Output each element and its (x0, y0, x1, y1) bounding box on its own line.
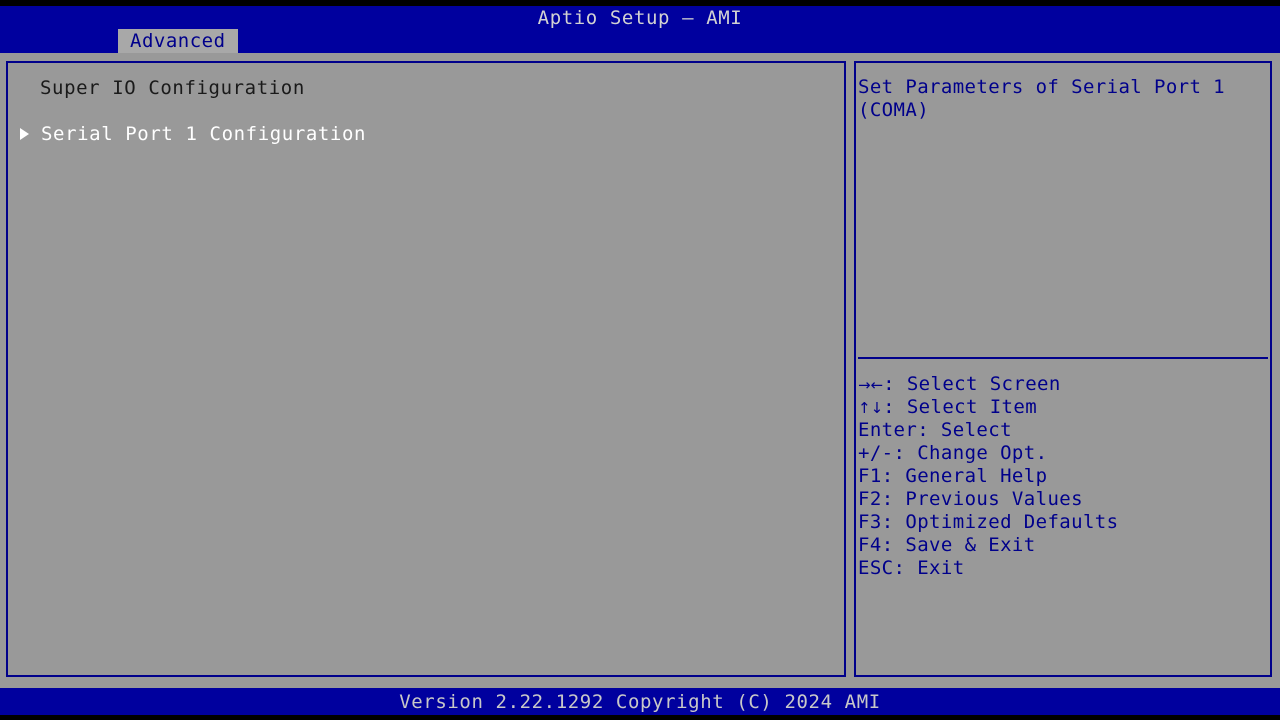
key-legend-text: : (883, 373, 907, 395)
footer-version-text: Version 2.22.1292 Copyright (C) 2024 AMI (399, 691, 881, 713)
key-legend-key: Enter (858, 419, 918, 441)
key-legend-row: →←: Select Screen (858, 373, 1270, 396)
key-legend-row: F2: Previous Values (858, 488, 1270, 511)
menu-item-serial-port-1-configuration[interactable]: Serial Port 1 Configuration (14, 122, 366, 146)
key-legend-row: +/-: Change Opt. (858, 442, 1270, 465)
section-heading: Super IO Configuration (40, 77, 305, 99)
key-legend: →←: Select Screen ↑↓: Select Item Enter:… (858, 373, 1270, 580)
key-legend-text: : (917, 419, 941, 441)
key-legend-key: F3 (858, 511, 882, 533)
key-legend-action: Optimized Defaults (905, 511, 1119, 533)
key-legend-action: Select Screen (906, 373, 1061, 395)
key-legend-text: : (881, 488, 906, 510)
key-legend-row: ↑↓: Select Item (858, 396, 1270, 419)
key-legend-text: : (881, 465, 906, 487)
bottom-bezel (0, 715, 1280, 720)
key-legend-key: F2 (858, 488, 882, 510)
submenu-arrow-icon (20, 128, 29, 140)
key-legend-action: Change Opt. (917, 442, 1048, 464)
key-legend-action: Save & Exit (905, 534, 1036, 556)
key-legend-row: F1: General Help (858, 465, 1270, 488)
arrow-left-right-icon: →← (858, 376, 884, 394)
help-divider (858, 357, 1268, 359)
arrow-up-down-icon: ↑↓ (858, 399, 884, 417)
key-legend-key: F4 (858, 534, 882, 556)
key-legend-action: Select (940, 419, 1012, 441)
key-legend-row: F4: Save & Exit (858, 534, 1270, 557)
menu-item-label: Serial Port 1 Configuration (41, 123, 367, 145)
key-legend-text: : (881, 534, 906, 556)
page-title: Aptio Setup – AMI (537, 7, 743, 29)
tab-advanced[interactable]: Advanced (118, 29, 238, 53)
key-legend-key: ESC (858, 557, 894, 579)
key-legend-text: : (893, 442, 918, 464)
key-legend-action: Exit (917, 557, 965, 579)
bios-setup-screen: Aptio Setup – AMI Advanced Super IO Conf… (0, 0, 1280, 720)
help-panel: Set Parameters of Serial Port 1 (COMA) →… (854, 61, 1272, 677)
key-legend-row: ESC: Exit (858, 557, 1270, 580)
key-legend-row: Enter: Select (858, 419, 1270, 442)
key-legend-text: : (881, 511, 906, 533)
key-legend-text: : (893, 557, 918, 579)
key-legend-action: Previous Values (905, 488, 1083, 510)
key-legend-action: Select Item (906, 396, 1038, 418)
key-legend-text: : (883, 396, 907, 418)
help-description: Set Parameters of Serial Port 1 (COMA) (858, 76, 1237, 121)
settings-panel: Super IO Configuration Serial Port 1 Con… (6, 61, 846, 677)
key-legend-key: +/- (858, 442, 894, 464)
key-legend-action: General Help (905, 465, 1048, 487)
key-legend-key: F1 (858, 465, 882, 487)
menu-tab-bar: Advanced (0, 29, 1280, 53)
key-legend-row: F3: Optimized Defaults (858, 511, 1270, 534)
